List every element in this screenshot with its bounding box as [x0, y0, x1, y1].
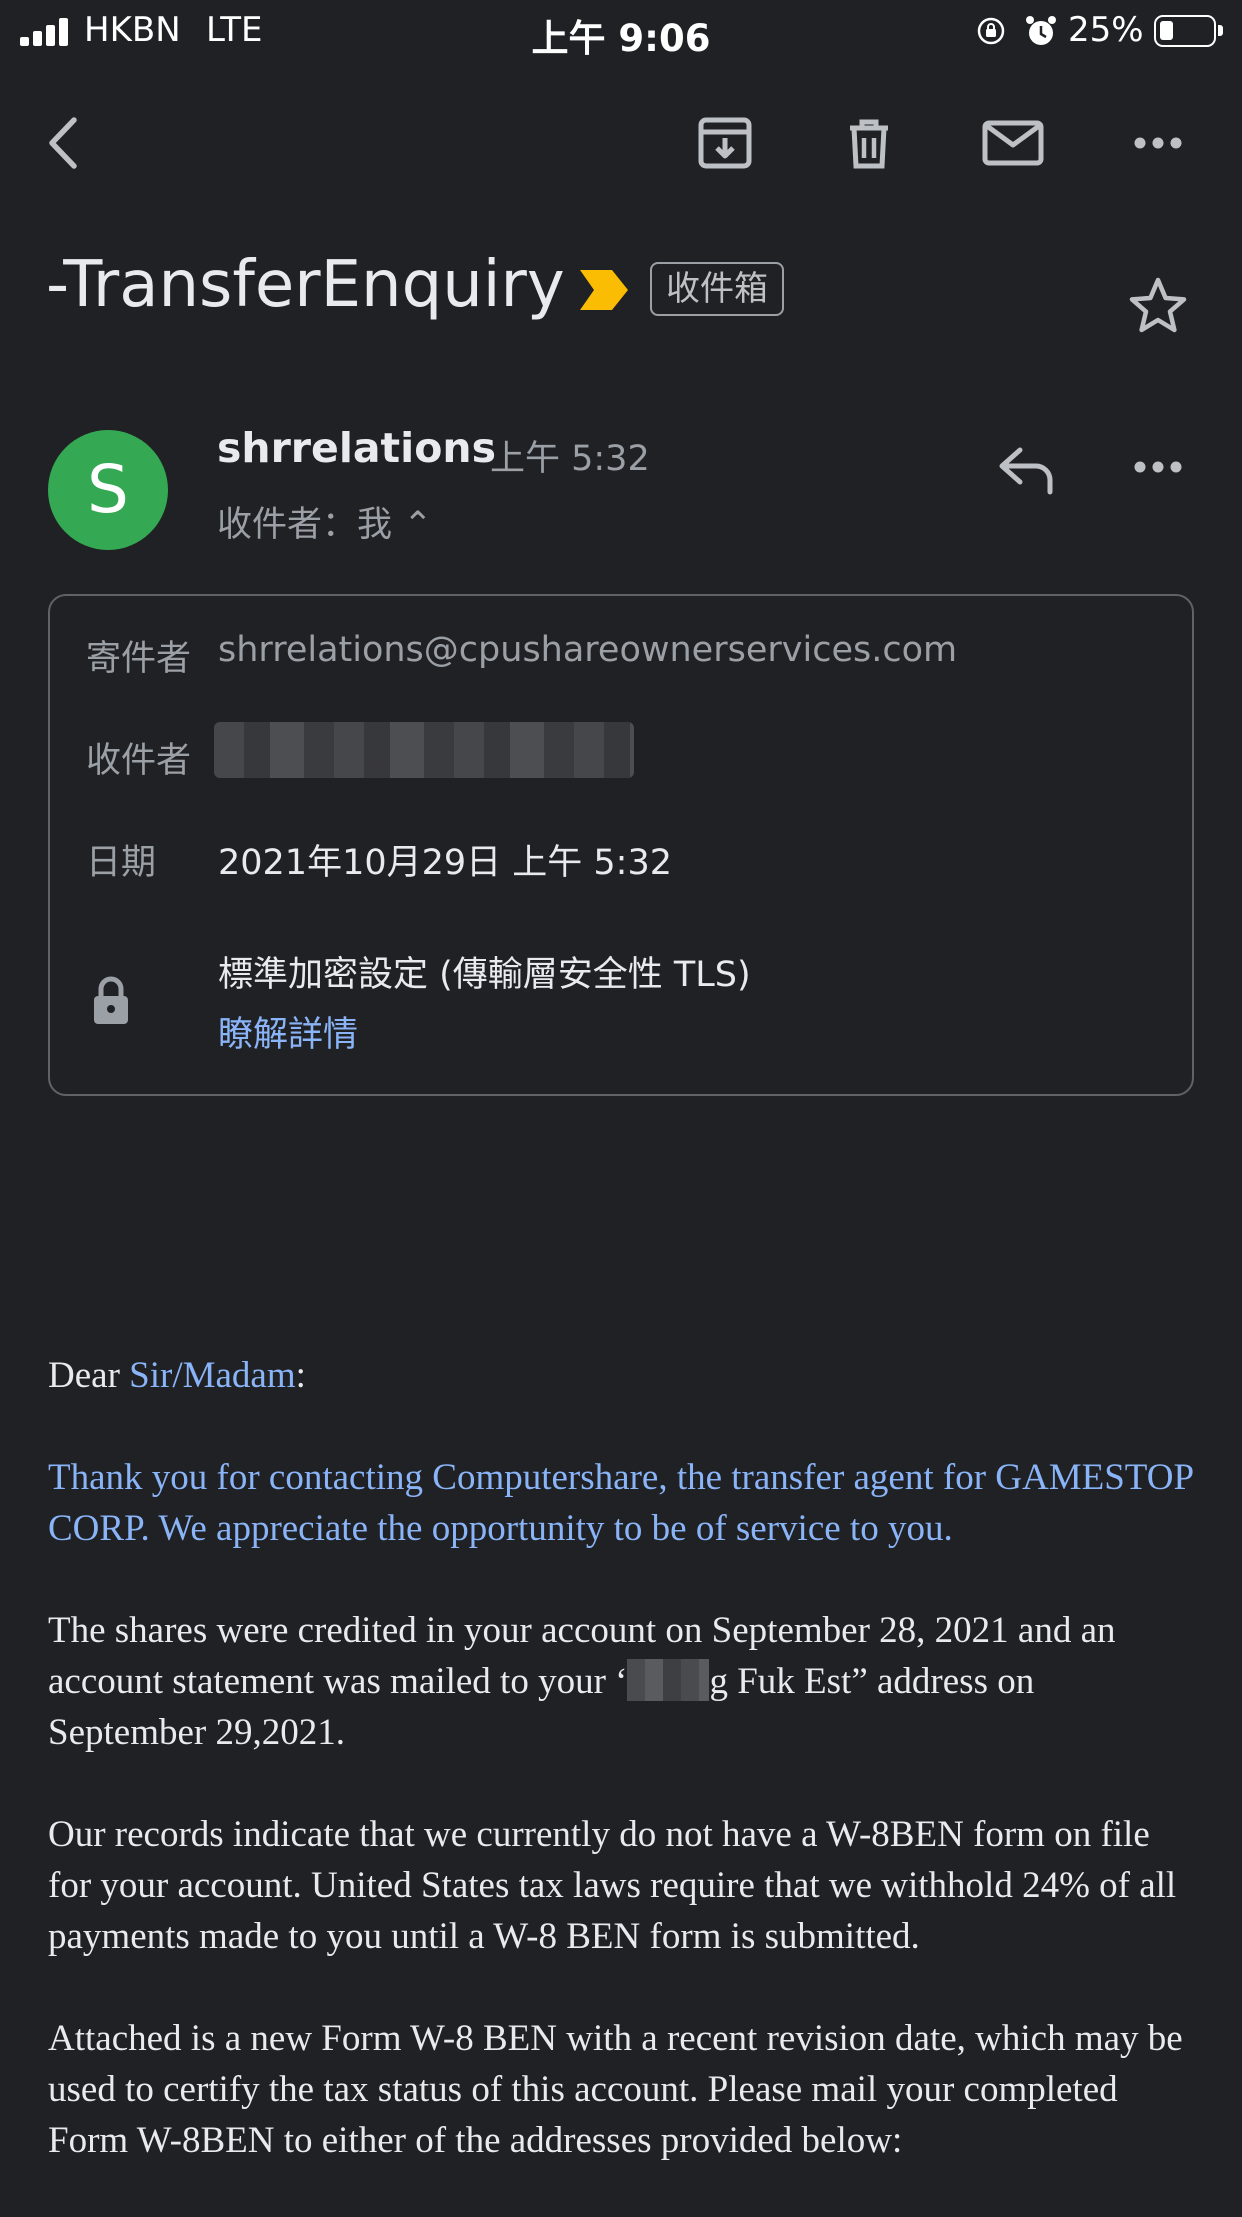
star-icon[interactable] [1126, 274, 1190, 338]
from-address: shrrelations@cpushareownerservices.com [218, 630, 958, 670]
battery-percent: 25% [1068, 10, 1144, 50]
greeting-name: Sir/Madam [129, 1355, 296, 1396]
greeting: Dear Sir/Madam: [48, 1350, 1198, 1401]
battery-icon [1154, 15, 1223, 47]
sender-avatar: S [48, 430, 168, 550]
email-body: Dear Sir/Madam: Thank you for contacting… [48, 1350, 1198, 2217]
importance-marker-icon[interactable] [578, 268, 630, 312]
from-label: 寄件者 [86, 639, 192, 679]
paragraph-attached: Attached is a new Form W-8 BEN with a re… [48, 2018, 1183, 2161]
alarm-icon [1026, 16, 1056, 45]
learn-more-link[interactable]: 瞭解詳情 [218, 1006, 358, 1057]
to-label: 收件者 [86, 741, 192, 781]
message-more-icon[interactable] [1132, 454, 1184, 480]
archive-icon[interactable] [692, 110, 758, 176]
status-bar: HKBN LTE 上午 9:06 25% [0, 0, 1242, 62]
greeting-suffix: : [295, 1355, 306, 1396]
date-label: 日期 [86, 843, 157, 883]
date-value: 2021年10月29日 上午 5:32 [218, 843, 672, 883]
paragraph-shares: The shares were credited in your account… [48, 1605, 1198, 1758]
encryption-text: 標準加密設定 (傳輸層安全性 TLS) [218, 955, 751, 995]
redacted-recipient [214, 722, 634, 778]
email-subject: -TransferEnquiry [46, 248, 565, 322]
paragraph-w8ben: Our records indicate that we currently d… [48, 1814, 1177, 1957]
lock-icon [94, 976, 128, 1024]
rotation-lock-icon [977, 17, 1005, 45]
reply-icon[interactable] [992, 440, 1062, 500]
mark-unread-icon[interactable] [980, 110, 1046, 176]
redacted-address [627, 1659, 710, 1701]
message-details-box: 寄件者 shrrelations@cpushareownerservices.c… [48, 594, 1194, 1096]
sender-name: shrrelations [217, 424, 496, 472]
back-arrow-icon[interactable] [34, 110, 100, 176]
paragraph-thanks: Thank you for contacting Computershare, … [48, 1457, 1193, 1549]
inbox-label-chip[interactable]: 收件箱 [650, 262, 784, 316]
trash-icon[interactable] [836, 110, 902, 176]
greeting-prefix: Dear [48, 1355, 130, 1396]
recipients-toggle[interactable]: 收件者：我 ⌃ [217, 496, 432, 547]
message-time: 上午 5:32 [490, 439, 650, 479]
more-options-icon[interactable] [1126, 110, 1192, 176]
